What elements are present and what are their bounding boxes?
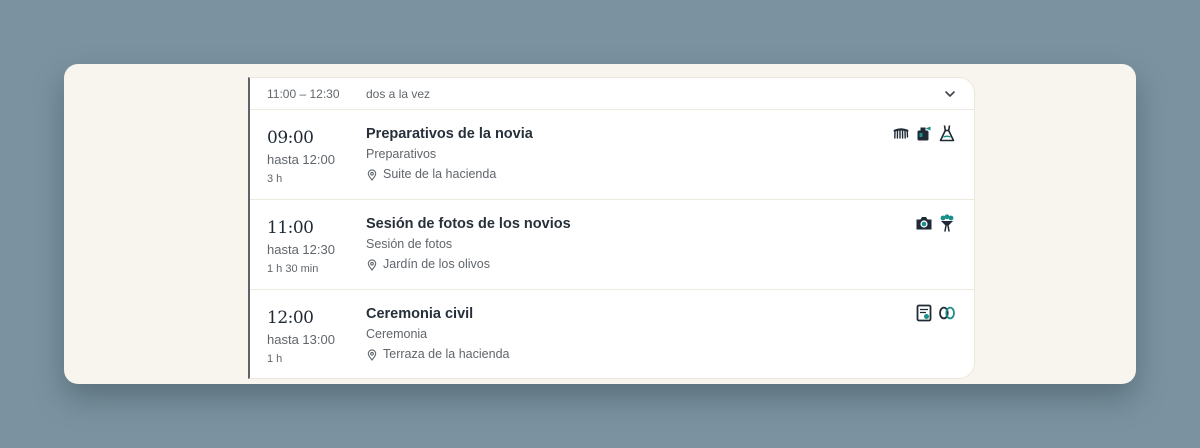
event-duration: 3 h xyxy=(267,173,283,185)
overlap-label: dos a la vez xyxy=(366,86,431,101)
event-start-time: 09:00 xyxy=(267,128,314,148)
comb-icon xyxy=(892,124,910,142)
event-location: Jardín de los olivos xyxy=(366,256,571,273)
event-location: Suite de la hacienda xyxy=(366,166,533,183)
event-category: Ceremonia xyxy=(366,327,428,341)
event-location-label: Suite de la hacienda xyxy=(383,167,497,181)
overlap-group-header[interactable]: 11:00 – 12:30 dos a la vez xyxy=(250,78,974,110)
event-category: Preparativos xyxy=(366,147,437,161)
event-icons xyxy=(915,214,956,232)
location-pin-icon xyxy=(366,258,378,271)
event-row-photo-session[interactable]: 11:00 hasta 12:30 1 h 30 min Sesión de f… xyxy=(250,200,974,290)
chevron-down-icon[interactable] xyxy=(943,87,957,101)
event-start-time: 11:00 xyxy=(267,218,314,238)
overlap-time-range: 11:00 – 12:30 xyxy=(267,86,340,101)
event-row-civil-ceremony[interactable]: 12:00 hasta 13:00 1 h Ceremonia civil Ce… xyxy=(250,290,974,378)
location-pin-icon xyxy=(366,348,378,361)
event-location-label: Terraza de la hacienda xyxy=(383,347,510,361)
preview-frame: 11:00 – 12:30 dos a la vez 09:00 hasta 1… xyxy=(64,64,1136,384)
event-location-label: Jardín de los olivos xyxy=(383,257,491,271)
event-icons xyxy=(915,304,956,322)
event-location: Terraza de la hacienda xyxy=(366,346,509,363)
event-duration: 1 h xyxy=(267,353,283,365)
camera-icon xyxy=(915,214,933,232)
event-time: 12:00 hasta 13:00 1 h xyxy=(267,307,335,367)
event-icons xyxy=(892,124,956,142)
event-row-bride-prep[interactable]: 09:00 hasta 12:00 3 h Preparativos de la… xyxy=(250,110,974,200)
event-time: 09:00 hasta 12:00 3 h xyxy=(267,127,335,187)
certificate-icon xyxy=(915,304,933,322)
event-title: Ceremonia civil xyxy=(366,306,474,322)
event-start-time: 12:00 xyxy=(267,308,314,328)
location-pin-icon xyxy=(366,168,378,181)
event-title: Preparativos de la novia xyxy=(366,126,533,142)
perfume-icon xyxy=(915,124,933,142)
event-details: Preparativos de la novia Preparativos Su… xyxy=(366,124,533,183)
event-time: 11:00 hasta 12:30 1 h 30 min xyxy=(267,217,335,277)
rings-icon xyxy=(938,304,956,322)
bouquet-icon xyxy=(938,214,956,232)
event-duration: 1 h 30 min xyxy=(267,263,319,275)
event-end-time: hasta 12:00 xyxy=(267,152,335,167)
schedule-card: 11:00 – 12:30 dos a la vez 09:00 hasta 1… xyxy=(248,77,975,379)
event-details: Sesión de fotos de los novios Sesión de … xyxy=(366,214,571,273)
event-end-time: hasta 12:30 xyxy=(267,242,335,257)
event-end-time: hasta 13:00 xyxy=(267,332,335,347)
event-category: Sesión de fotos xyxy=(366,237,453,251)
dress-icon xyxy=(938,124,956,142)
event-details: Ceremonia civil Ceremonia Terraza de la … xyxy=(366,304,509,363)
event-title: Sesión de fotos de los novios xyxy=(366,216,571,232)
